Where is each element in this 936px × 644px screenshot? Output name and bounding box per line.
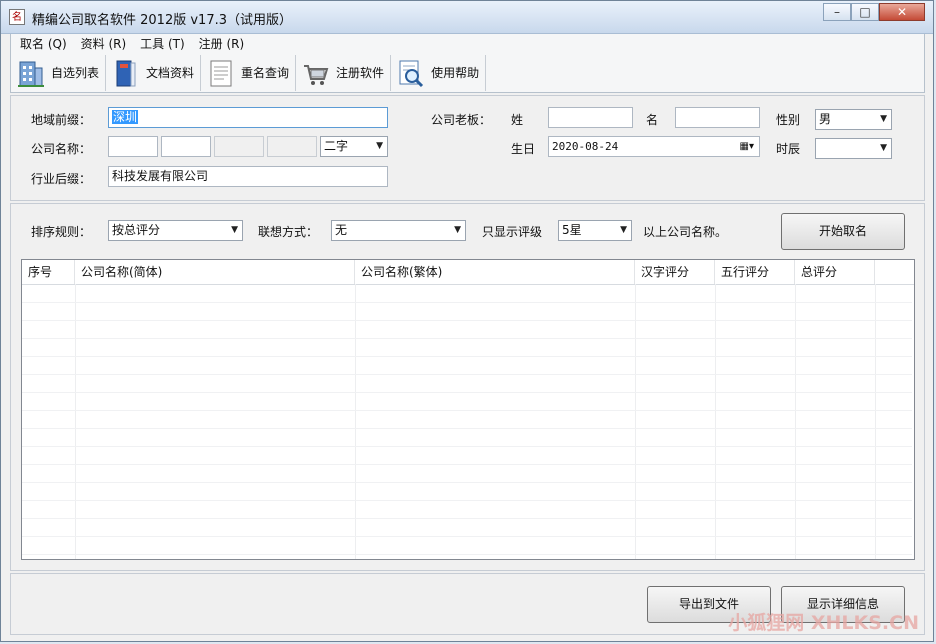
association-value: 无	[335, 223, 348, 237]
building-icon	[18, 61, 44, 87]
surname-input[interactable]	[548, 107, 633, 128]
row-divider	[22, 536, 912, 537]
toolbar-register-button[interactable]: 注册软件	[296, 54, 392, 91]
start-naming-button[interactable]: 开始取名	[781, 213, 905, 250]
filter-label: 只显示评级	[482, 225, 543, 239]
toolbar: 自选列表 文档资料 重名查询 注册软件 使用帮助	[10, 53, 925, 93]
toolbar-label: 使用帮助	[431, 66, 480, 80]
window-controls: – □ ✕	[823, 3, 925, 21]
gender-label: 性别	[776, 113, 801, 127]
company-name-label: 公司名称：	[31, 142, 92, 156]
minimize-button[interactable]: –	[823, 3, 851, 21]
row-divider	[22, 302, 912, 303]
calendar-icon[interactable]: ▦▾	[740, 137, 754, 156]
chevron-down-icon: ▼	[880, 114, 887, 124]
sort-select[interactable]: 按总评分 ▼	[108, 220, 243, 241]
column-header-traditional[interactable]: 公司名称(繁体)	[355, 260, 635, 284]
watermark-text: 小狐狸网 XHLKS.CN	[728, 612, 919, 634]
row-divider	[22, 374, 912, 375]
column-header-index[interactable]: 序号	[22, 260, 75, 284]
main-window: 名 精编公司取名软件 2012版 v17.3（试用版） – □ ✕ 取名 (Q)…	[0, 0, 934, 642]
toolbar-docs-button[interactable]: 文档资料	[106, 54, 202, 91]
company-length-value: 二字	[324, 139, 349, 153]
watermark-logo: 小狐狸网 XHLKS.CN	[728, 608, 919, 635]
toolbar-label: 文档资料	[146, 66, 195, 80]
company-char-1-input[interactable]	[108, 136, 158, 157]
sort-value: 按总评分	[112, 223, 161, 237]
toolbar-label: 自选列表	[51, 66, 100, 80]
suffix-value: 科技发展有限公司	[112, 169, 209, 183]
chevron-down-icon: ▼	[880, 143, 887, 153]
surname-label: 姓	[511, 113, 524, 127]
toolbar-label: 重名查询	[241, 66, 290, 80]
toolbar-help-button[interactable]: 使用帮助	[391, 54, 487, 91]
row-divider	[22, 554, 912, 555]
row-divider	[22, 410, 912, 411]
help-search-icon	[399, 60, 424, 87]
given-name-label: 名	[646, 113, 659, 127]
toolbar-favorites-button[interactable]: 自选列表	[11, 54, 107, 91]
column-header-char-score[interactable]: 汉字评分	[635, 260, 715, 284]
filter-suffix-label: 以上公司名称。	[643, 225, 728, 239]
menu-bar: 取名 (Q) 资料 (R) 工具 (T) 注册 (R)	[10, 34, 925, 53]
row-divider	[22, 464, 912, 465]
input-panel: 地域前缀： 深圳 公司名称： 二字 ▼ 行业后缀： 科技发展有限公司 公司老板： …	[10, 95, 925, 201]
row-divider	[22, 446, 912, 447]
region-input[interactable]: 深圳	[108, 107, 388, 128]
app-icon: 名	[9, 9, 25, 25]
region-label: 地域前缀：	[31, 113, 92, 127]
gender-select[interactable]: 男 ▼	[815, 109, 892, 130]
row-divider	[22, 518, 912, 519]
suffix-label: 行业后缀：	[31, 172, 92, 186]
birth-date-value: 2020-08-24	[552, 140, 619, 153]
row-divider	[22, 482, 912, 483]
company-char-2-input[interactable]	[161, 136, 211, 157]
hour-label: 时辰	[776, 142, 801, 156]
menu-naming[interactable]: 取名 (Q)	[20, 35, 67, 52]
rating-filter-value: 5星	[562, 223, 582, 237]
association-label: 联想方式：	[258, 225, 319, 239]
birth-date-picker[interactable]: 2020-08-24 ▦▾	[548, 136, 760, 157]
hour-select[interactable]: ▼	[815, 138, 892, 159]
table-header: 序号 公司名称(简体) 公司名称(繁体) 汉字评分 五行评分 总评分	[22, 260, 914, 285]
cart-icon	[304, 64, 329, 85]
chevron-down-icon: ▼	[376, 141, 383, 151]
given-name-input[interactable]	[675, 107, 760, 128]
row-divider	[22, 500, 912, 501]
column-header-simplified[interactable]: 公司名称(简体)	[75, 260, 355, 284]
chevron-down-icon: ▼	[620, 225, 627, 235]
column-header-wuxing-score[interactable]: 五行评分	[715, 260, 795, 284]
rating-filter-select[interactable]: 5星 ▼	[558, 220, 632, 241]
menu-register[interactable]: 注册 (R)	[199, 35, 245, 52]
birth-label: 生日	[511, 142, 536, 156]
toolbar-label: 注册软件	[336, 66, 385, 80]
row-divider	[22, 320, 912, 321]
close-button[interactable]: ✕	[879, 3, 925, 21]
company-length-select[interactable]: 二字 ▼	[320, 136, 388, 157]
document-icon	[210, 60, 232, 86]
company-char-4-input	[267, 136, 317, 157]
title-bar[interactable]: 名 精编公司取名软件 2012版 v17.3（试用版） – □ ✕	[1, 1, 933, 34]
book-icon	[116, 60, 136, 86]
company-char-3-input	[214, 136, 264, 157]
region-value: 深圳	[112, 110, 139, 124]
association-select[interactable]: 无 ▼	[331, 220, 466, 241]
suffix-input[interactable]: 科技发展有限公司	[108, 166, 388, 187]
chevron-down-icon: ▼	[231, 225, 238, 235]
row-divider	[22, 392, 912, 393]
column-header-total-score[interactable]: 总评分	[795, 260, 875, 284]
results-table[interactable]: 序号 公司名称(简体) 公司名称(繁体) 汉字评分 五行评分 总评分	[21, 259, 915, 560]
row-divider	[22, 356, 912, 357]
row-divider	[22, 338, 912, 339]
boss-label: 公司老板：	[431, 113, 492, 127]
maximize-button[interactable]: □	[851, 3, 879, 21]
row-divider	[22, 428, 912, 429]
chevron-down-icon: ▼	[454, 225, 461, 235]
toolbar-duplicate-query-button[interactable]: 重名查询	[201, 54, 297, 91]
window-title: 精编公司取名软件 2012版 v17.3（试用版）	[32, 13, 292, 28]
menu-data[interactable]: 资料 (R)	[81, 35, 127, 52]
menu-tools[interactable]: 工具 (T)	[140, 35, 185, 52]
sort-label: 排序规则：	[31, 225, 92, 239]
gender-value: 男	[819, 112, 832, 126]
